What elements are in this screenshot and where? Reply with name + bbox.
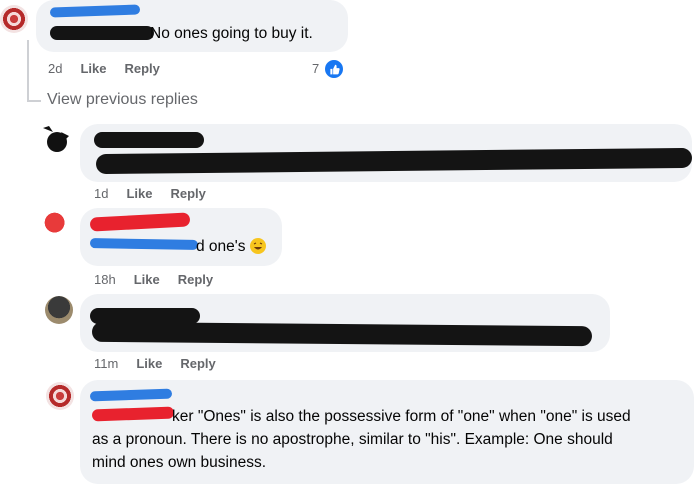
laughing-emoji-icon: [250, 238, 266, 254]
comment-bubble: ker "Ones" is also the possessive form o…: [80, 380, 694, 484]
redacted-comment-text: [95, 147, 693, 175]
comment-text: d one's: [196, 238, 246, 255]
redacted-name: [94, 132, 204, 148]
comment-bubble: [80, 294, 610, 352]
comment-time[interactable]: 2d: [48, 61, 62, 76]
redacted-name: [89, 212, 191, 232]
reply-button[interactable]: Reply: [124, 61, 159, 76]
comment-bubble: [80, 124, 693, 182]
comment-bubble: d one's: [80, 208, 282, 266]
reply-button[interactable]: Reply: [170, 186, 205, 201]
comment-text-line: mind ones own business.: [92, 454, 267, 471]
reply-button[interactable]: Reply: [178, 272, 213, 287]
thread-line: [27, 40, 29, 102]
reply-button[interactable]: Reply: [180, 356, 215, 371]
like-button[interactable]: Like: [134, 272, 160, 287]
redacted-comment-text: [91, 321, 593, 347]
thumbs-up-icon[interactable]: [323, 58, 345, 80]
comment-actions: 1d Like Reply: [94, 186, 206, 201]
comment-actions: 11m Like Reply: [94, 356, 216, 371]
comment-actions: 18h Like Reply: [94, 272, 213, 287]
comment-time[interactable]: 11m: [94, 356, 118, 371]
thread-line-branch: [27, 100, 41, 102]
comment-text-line: as a pronoun. There is no apostrophe, si…: [92, 431, 613, 448]
comment-time[interactable]: 18h: [94, 272, 116, 287]
like-button[interactable]: Like: [80, 61, 106, 76]
avatar[interactable]: [45, 296, 73, 324]
redacted-mention: [50, 26, 154, 40]
redacted-name: [49, 4, 141, 18]
avatar[interactable]: [0, 5, 28, 33]
redacted-mention: [89, 238, 199, 250]
avatar[interactable]: [46, 382, 74, 410]
avatar[interactable]: [42, 210, 70, 238]
like-button[interactable]: Like: [126, 186, 152, 201]
comment-text-line: ker "Ones" is also the possessive form o…: [172, 408, 631, 425]
redacted-mention: [91, 406, 175, 422]
redacted-name: [89, 388, 173, 402]
comment-time[interactable]: 1d: [94, 186, 108, 201]
comment-bubble: No ones going to buy it.: [36, 0, 348, 52]
view-previous-replies-link[interactable]: View previous replies: [47, 91, 198, 109]
comment-text: No ones going to buy it.: [150, 25, 313, 42]
comment-actions: 2d Like Reply: [48, 61, 160, 76]
like-button[interactable]: Like: [136, 356, 162, 371]
reaction-count[interactable]: 7: [312, 61, 319, 76]
avatar[interactable]: [39, 122, 71, 154]
